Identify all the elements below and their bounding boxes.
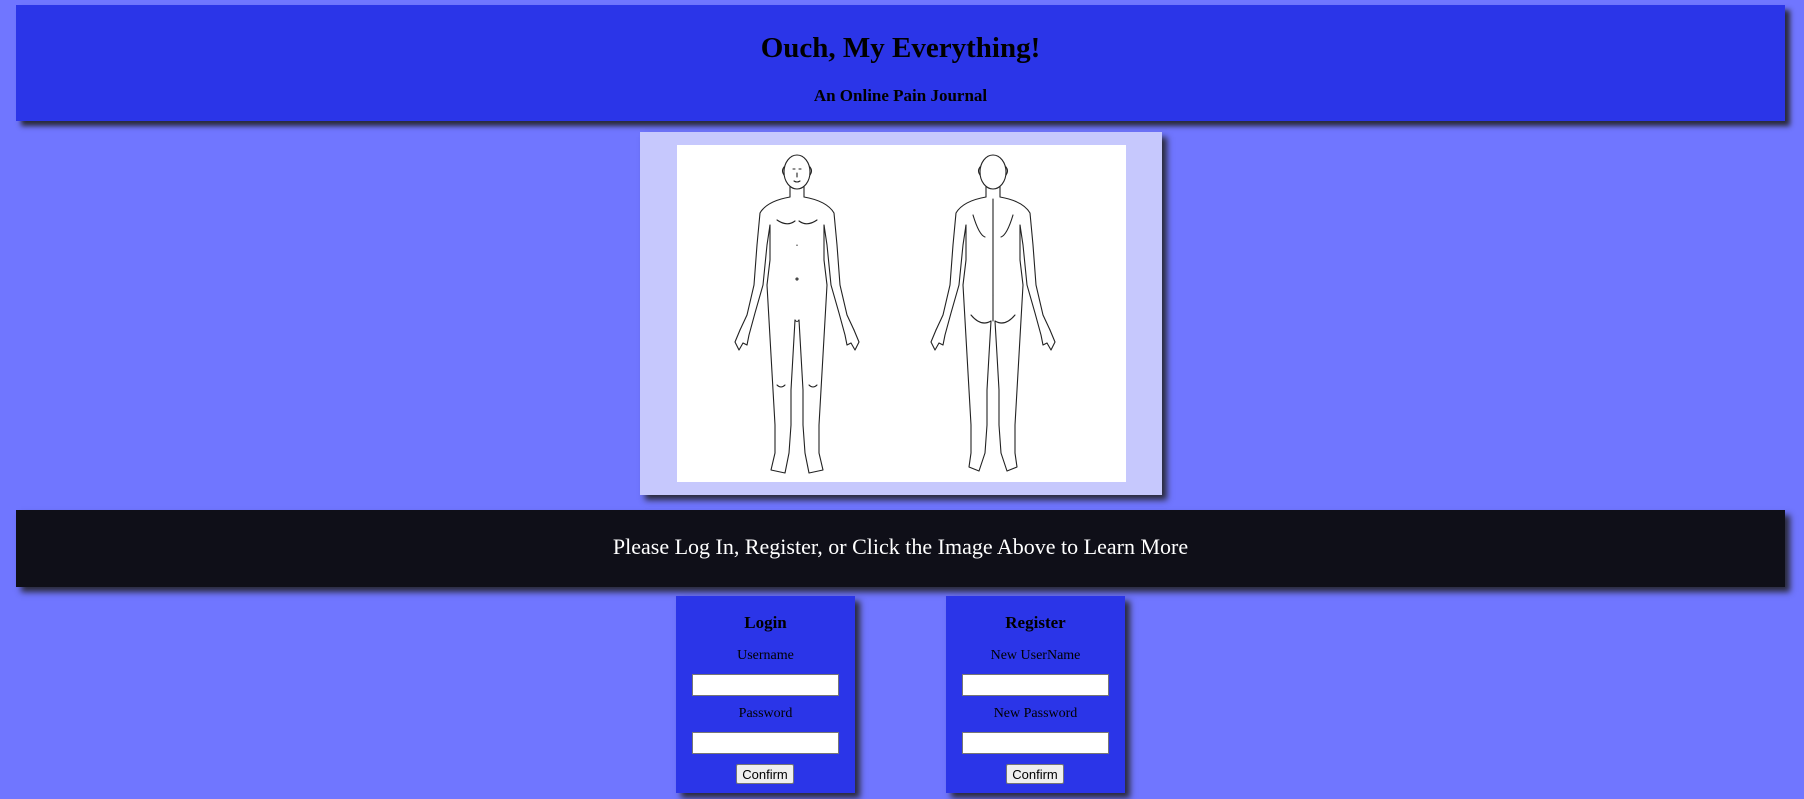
body-diagram-link[interactable] (640, 132, 1162, 495)
body-diagram-image[interactable] (677, 145, 1126, 482)
new-password-input[interactable] (962, 732, 1109, 754)
password-label: Password (738, 706, 793, 721)
new-username-label: New UserName (990, 648, 1081, 663)
login-heading: Login (744, 613, 787, 632)
register-confirm-button[interactable]: Confirm (1006, 764, 1064, 784)
login-confirm-button[interactable]: Confirm (736, 764, 794, 784)
page-subtitle: An Online Pain Journal (813, 86, 988, 105)
username-input[interactable] (692, 674, 839, 696)
body-diagram-front-back-icon (734, 154, 1056, 474)
back-body-figure (930, 154, 1056, 472)
password-input[interactable] (692, 732, 839, 754)
new-username-input[interactable] (962, 674, 1109, 696)
new-password-label: New Password (993, 706, 1078, 721)
instruction-banner: Please Log In, Register, or Click the Im… (16, 510, 1785, 587)
site-header: Ouch, My Everything! An Online Pain Jour… (16, 5, 1785, 121)
page-title: Ouch, My Everything! (760, 32, 1041, 64)
login-panel: Login Username Password Confirm (676, 596, 855, 793)
username-label: Username (737, 648, 794, 663)
register-heading: Register (1005, 613, 1066, 632)
instruction-text: Please Log In, Register, or Click the Im… (612, 534, 1189, 559)
front-body-figure (734, 154, 860, 474)
register-panel: Register New UserName New Password Confi… (946, 596, 1125, 793)
